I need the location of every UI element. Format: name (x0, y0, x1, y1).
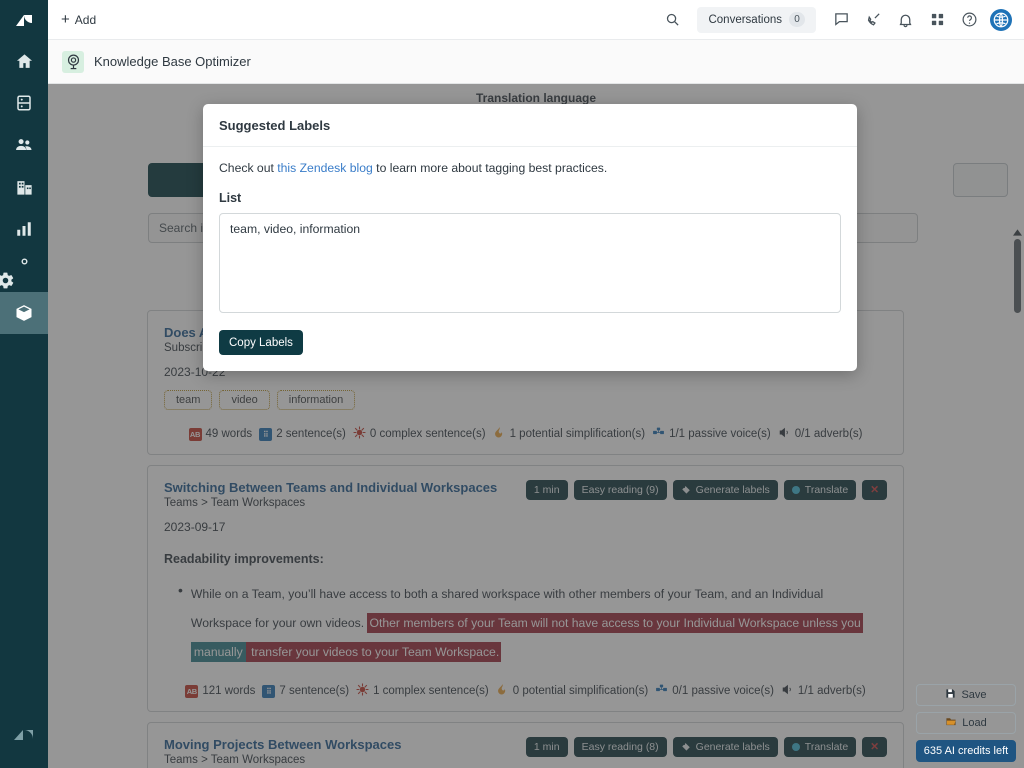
globe-icon[interactable] (990, 8, 1012, 31)
zendesk-mark-icon[interactable] (0, 0, 48, 40)
app-title-bar: Knowledge Base Optimizer (48, 40, 1024, 84)
left-nav-rail (0, 0, 48, 768)
chat-bubble-icon[interactable] (826, 5, 856, 35)
plus-icon: + (61, 11, 70, 28)
lifebuoy-icon (62, 50, 84, 73)
help-circle-icon[interactable] (954, 5, 984, 35)
modal-description: Check out this Zendesk blog to learn mor… (219, 161, 841, 175)
sidebar-item-admin[interactable] (0, 250, 48, 292)
apps-box-icon (14, 303, 34, 323)
add-button[interactable]: + Add (61, 12, 96, 27)
load-button-label: Load (962, 717, 987, 729)
sidebar-item-apps[interactable] (0, 292, 48, 334)
content-scrollbar[interactable] (1010, 226, 1024, 678)
copy-labels-button[interactable]: Copy Labels (219, 330, 303, 355)
sidebar-item-reporting[interactable] (0, 208, 48, 250)
phone-icon[interactable] (858, 5, 888, 35)
global-top-bar: + Add Conversations 0 (48, 0, 1024, 40)
layers-icon (15, 94, 33, 112)
labels-textarea[interactable] (219, 213, 841, 313)
reporting-chart-icon (15, 220, 33, 238)
folder-open-icon (945, 716, 957, 730)
sidebar-item-home[interactable] (0, 40, 48, 82)
add-button-label: Add (74, 12, 97, 27)
bell-icon[interactable] (890, 5, 920, 35)
save-button[interactable]: Save (916, 684, 1016, 706)
scrollbar-thumb[interactable] (1013, 239, 1021, 313)
zendesk-blog-link[interactable]: this Zendesk blog (277, 161, 373, 175)
conversations-pill[interactable]: Conversations 0 (697, 6, 816, 33)
scroll-up-arrow-icon[interactable] (1010, 226, 1024, 238)
save-button-label: Save (961, 689, 987, 701)
suggested-labels-modal: Suggested Labels Check out this Zendesk … (203, 104, 857, 371)
ai-credits-button[interactable]: 635 AI credits left (916, 740, 1016, 762)
sidebar-item-organizations[interactable] (0, 166, 48, 208)
page-title: Knowledge Base Optimizer (94, 54, 251, 69)
home-icon (15, 52, 34, 71)
conversations-label: Conversations (708, 13, 782, 26)
conversations-count-badge: 0 (789, 12, 805, 27)
sidebar-item-customers[interactable] (0, 124, 48, 166)
rail-item-list (0, 40, 48, 334)
people-icon (14, 135, 34, 155)
load-button[interactable]: Load (916, 712, 1016, 734)
gear-icon (0, 252, 34, 290)
top-bar-actions: Conversations 0 (657, 5, 1012, 35)
search-icon[interactable] (657, 5, 687, 35)
sidebar-item-views[interactable] (0, 82, 48, 124)
application-window: + Add Conversations 0 Knowledge Base Opt… (0, 0, 1024, 768)
list-field-label: List (219, 191, 242, 205)
modal-title: Suggested Labels (203, 104, 857, 147)
floppy-disk-icon (945, 688, 956, 702)
apps-grid-icon[interactable] (922, 5, 952, 35)
zendesk-logo-icon (0, 704, 48, 768)
modal-description-after: to learn more about tagging best practic… (372, 161, 608, 175)
organizations-icon (15, 178, 34, 197)
modal-description-before: Check out (219, 161, 278, 175)
modal-body: Check out this Zendesk blog to learn mor… (203, 147, 857, 371)
side-action-buttons: Save Load 635 AI credits left (916, 684, 1016, 762)
